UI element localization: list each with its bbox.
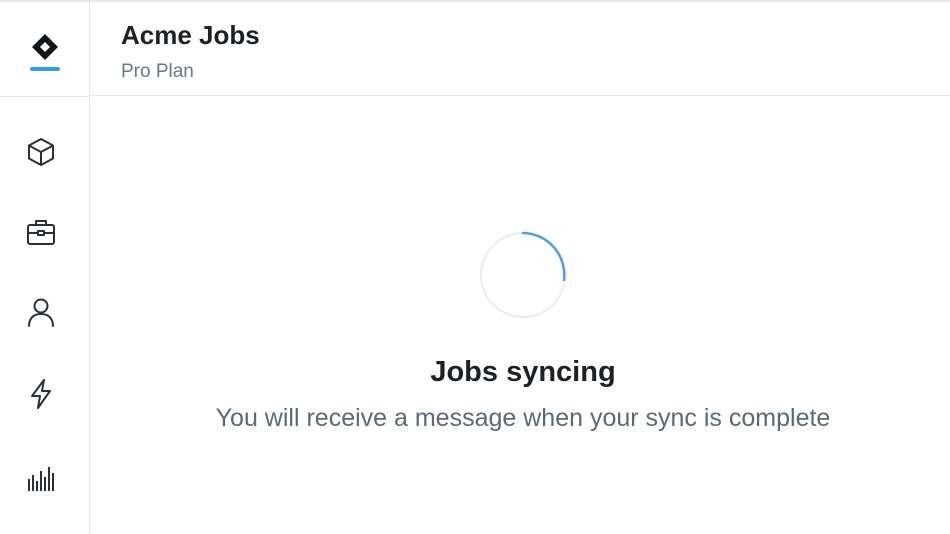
logo[interactable] — [0, 2, 89, 97]
diamond-logo-icon — [31, 34, 58, 60]
bar-chart-icon — [28, 467, 54, 491]
app-header: Acme Jobs Pro Plan — [90, 2, 950, 96]
user-icon — [28, 298, 54, 327]
main-content: Jobs syncing You will receive a message … — [90, 96, 950, 534]
app-title: Acme Jobs — [121, 20, 260, 50]
sidebar-item-automations[interactable] — [21, 374, 61, 414]
briefcase-icon — [27, 220, 55, 245]
sync-status-title: Jobs syncing — [430, 356, 616, 388]
plan-label: Pro Plan — [121, 61, 194, 82]
sidebar-item-products[interactable] — [21, 132, 61, 172]
sidebar-item-jobs[interactable] — [21, 212, 61, 252]
cube-icon — [28, 138, 54, 166]
loading-spinner-icon — [480, 231, 566, 318]
lightning-icon — [31, 379, 51, 409]
sync-status-message: You will receive a message when your syn… — [215, 404, 831, 432]
app-window: Acme Jobs Pro Plan Jobs syncing You will… — [0, 0, 950, 534]
sidebar-rail — [0, 2, 90, 534]
logo-underline — [29, 67, 60, 71]
sidebar-item-analytics[interactable] — [21, 458, 61, 498]
sidebar-item-profile[interactable] — [21, 292, 61, 332]
